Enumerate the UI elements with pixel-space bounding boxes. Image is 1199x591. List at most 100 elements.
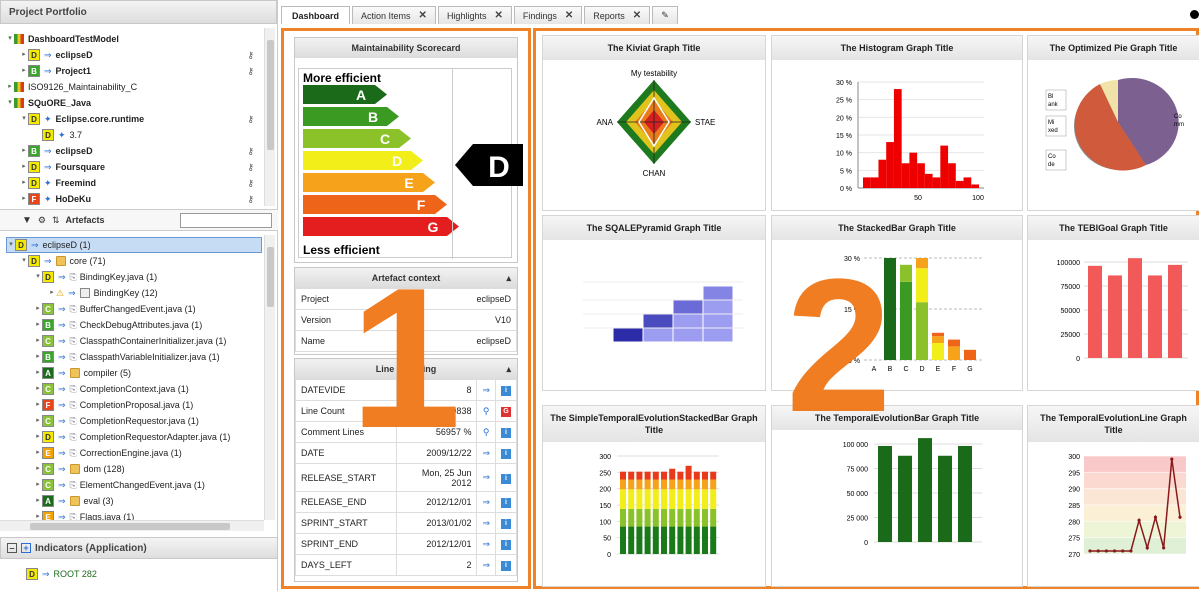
portfolio-tree-row[interactable]: ▸ B ⇒ eclipseD ⚷ (6, 143, 262, 159)
tab-pin[interactable]: ✎ (652, 6, 678, 24)
tab-action-items[interactable]: Action Items ✕ (352, 6, 436, 24)
twisty-icon[interactable]: ▸ (34, 349, 42, 365)
artefact-tree-row[interactable]: ▾ D ⇒ eclipseD (1) (6, 237, 262, 253)
metric-row[interactable]: DAYS_LEFT 2 ⇒ i (294, 554, 517, 576)
twisty-icon[interactable]: ▸ (34, 461, 42, 477)
metric-status-icon[interactable]: i (495, 463, 517, 492)
artefact-hscroll-thumb[interactable] (30, 523, 230, 530)
twisty-icon[interactable]: ▸ (34, 365, 42, 381)
expand-icon[interactable]: + (21, 543, 31, 553)
key-icon[interactable]: ⚷ (247, 175, 254, 191)
metric-action-icon[interactable]: ⇒ (476, 442, 496, 464)
artefact-tree-row[interactable]: ▸ B ⇒ ⎘ ClasspathVariableInitializer.java (1… (6, 349, 262, 365)
artefact-tree-row[interactable]: ▸ C ⇒ ⎘ ElementChangedEvent.java (1) (6, 477, 262, 493)
twisty-icon[interactable]: ▾ (34, 269, 42, 285)
portfolio-tree-row[interactable]: ▸ ISO9126_Maintainability_C (6, 79, 262, 95)
artefact-tree-row[interactable]: ▸ E ⇒ ⎘ CorrectionEngine.java (1) (6, 445, 262, 461)
key-icon[interactable]: ⚷ (247, 63, 254, 79)
key-icon[interactable]: ⚷ (247, 191, 254, 207)
tab-dashboard[interactable]: Dashboard (281, 6, 351, 24)
metric-status-icon[interactable]: i (495, 421, 517, 443)
twisty-icon[interactable]: ▸ (20, 159, 28, 175)
artefact-tree-row[interactable]: ▸ C ⇒ ⎘ CompletionRequestor.java (1) (6, 413, 262, 429)
twisty-icon[interactable]: ▸ (20, 191, 28, 207)
portfolio-tree-row[interactable]: ▸ F ✦ HoDeKu ⚷ (6, 191, 262, 207)
twisty-icon[interactable]: ▸ (20, 175, 28, 191)
artefact-tree-row[interactable]: ▸ ⚠ ⇒ BindingKey (12) (6, 285, 262, 301)
sort-icon[interactable]: ⇅ (52, 215, 60, 226)
twisty-icon[interactable]: ▸ (34, 509, 42, 520)
filter-icon[interactable]: ▼ (22, 215, 32, 226)
metric-status-icon[interactable]: i (495, 554, 517, 576)
close-icon[interactable]: ✕ (565, 10, 573, 21)
artefact-tree-row[interactable]: ▸ C ⇒ dom (128) (6, 461, 262, 477)
twisty-icon[interactable]: ▾ (20, 111, 28, 127)
metric-action-icon[interactable]: ⚲ (476, 400, 496, 422)
key-icon[interactable]: ⚷ (247, 47, 254, 63)
portfolio-scrollbar[interactable] (264, 28, 275, 206)
metric-row[interactable]: SPRINT_START 2013/01/02 ⇒ i (294, 512, 517, 534)
metric-action-icon[interactable]: ⇒ (476, 491, 496, 513)
key-icon[interactable]: ⚷ (247, 159, 254, 175)
key-icon[interactable]: ⚷ (247, 143, 254, 159)
twisty-icon[interactable]: ▸ (34, 493, 42, 509)
metric-action-icon[interactable]: ⇒ (476, 512, 496, 534)
artefact-tree-row[interactable]: ▸ D ⇒ ⎘ CompletionRequestorAdapter.java (1) (6, 429, 262, 445)
twisty-icon[interactable]: ▸ (34, 317, 42, 333)
portfolio-tree-row[interactable]: ▸ D ⇒ eclipseD ⚷ (6, 47, 262, 63)
artefact-tree-row[interactable]: ▸ A ⇒ eval (3) (6, 493, 262, 509)
portfolio-tree-row[interactable]: ▸ B ⇒ Project1 ⚷ (6, 63, 262, 79)
close-icon[interactable]: ✕ (633, 10, 641, 21)
metric-status-icon[interactable]: G (495, 400, 517, 422)
twisty-icon[interactable]: ▾ (7, 237, 15, 253)
filter-settings-icon[interactable]: ⚙ (38, 215, 46, 226)
portfolio-tree-row[interactable]: ▸ D ✦ Freemind ⚷ (6, 175, 262, 191)
portfolio-tree-row[interactable]: ▾ DashboardTestModel (6, 31, 262, 47)
metric-status-icon[interactable]: i (495, 379, 517, 401)
artefact-scroll-thumb[interactable] (267, 247, 274, 307)
key-icon[interactable]: ⚷ (247, 111, 254, 127)
twisty-icon[interactable]: ▸ (20, 63, 28, 79)
twisty-icon[interactable]: ▸ (34, 413, 42, 429)
metric-row[interactable]: SPRINT_END 2012/12/01 ⇒ i (294, 533, 517, 555)
twisty-icon[interactable]: ▾ (6, 95, 14, 111)
portfolio-tree-row[interactable]: D ✦ 3.7 (6, 127, 262, 143)
twisty-icon[interactable]: ▸ (20, 47, 28, 63)
twisty-icon[interactable]: ▸ (34, 445, 42, 461)
indicator-root-row[interactable]: D ⇒ ROOT 282 (26, 566, 97, 582)
twisty-icon[interactable]: ▸ (34, 429, 42, 445)
artefact-tree-row[interactable]: ▸ F ⇒ ⎘ CompletionProposal.java (1) (6, 397, 262, 413)
tab-findings[interactable]: Findings ✕ (513, 6, 583, 24)
metric-status-icon[interactable]: i (495, 442, 517, 464)
artefact-tree-row[interactable]: ▸ C ⇒ ⎘ CompletionContext.java (1) (6, 381, 262, 397)
metric-status-icon[interactable]: i (495, 491, 517, 513)
metric-row[interactable]: RELEASE_END 2012/12/01 ⇒ i (294, 491, 517, 513)
twisty-icon[interactable]: ▸ (34, 477, 42, 493)
tab-reports[interactable]: Reports ✕ (584, 6, 651, 24)
tab-highlights[interactable]: Highlights ✕ (437, 6, 512, 24)
artefact-tree-row[interactable]: ▾ D ⇒ core (71) (6, 253, 262, 269)
twisty-icon[interactable]: ▸ (34, 397, 42, 413)
metric-action-icon[interactable]: ⇒ (476, 379, 496, 401)
close-icon[interactable]: ✕ (494, 10, 502, 21)
twisty-icon[interactable]: ▸ (34, 301, 42, 317)
artefacts-search-input[interactable] (180, 213, 272, 228)
portfolio-tree-row[interactable]: ▾ SQuORE_Java (6, 95, 262, 111)
close-icon[interactable]: ✕ (419, 10, 427, 21)
portfolio-tree-row[interactable]: ▸ D ⇒ Foursquare ⚷ (6, 159, 262, 175)
collapse-arrow-icon[interactable]: ▴ (506, 364, 511, 375)
artefact-scrollbar[interactable] (264, 235, 275, 520)
artefact-tree-row[interactable]: ▾ D ⇒ ⎘ BindingKey.java (1) (6, 269, 262, 285)
twisty-icon[interactable]: ▸ (34, 333, 42, 349)
artefact-tree-row[interactable]: ▸ E ⇒ ⎘ Flags.java (1) (6, 509, 262, 520)
artefact-tree-row[interactable]: ▸ A ⇒ compiler (5) (6, 365, 262, 381)
metric-action-icon[interactable]: ⇒ (476, 554, 496, 576)
metric-status-icon[interactable]: i (495, 533, 517, 555)
collapse-arrow-icon[interactable]: ▴ (506, 273, 511, 284)
metric-action-icon[interactable]: ⇒ (476, 533, 496, 555)
collapse-icon[interactable]: – (7, 543, 17, 553)
pin-icon[interactable]: ✎ (661, 10, 669, 21)
metric-action-icon[interactable]: ⚲ (476, 421, 496, 443)
artefact-tree-row[interactable]: ▸ C ⇒ ⎘ BufferChangedEvent.java (1) (6, 301, 262, 317)
artefact-hscrollbar[interactable] (0, 520, 264, 531)
